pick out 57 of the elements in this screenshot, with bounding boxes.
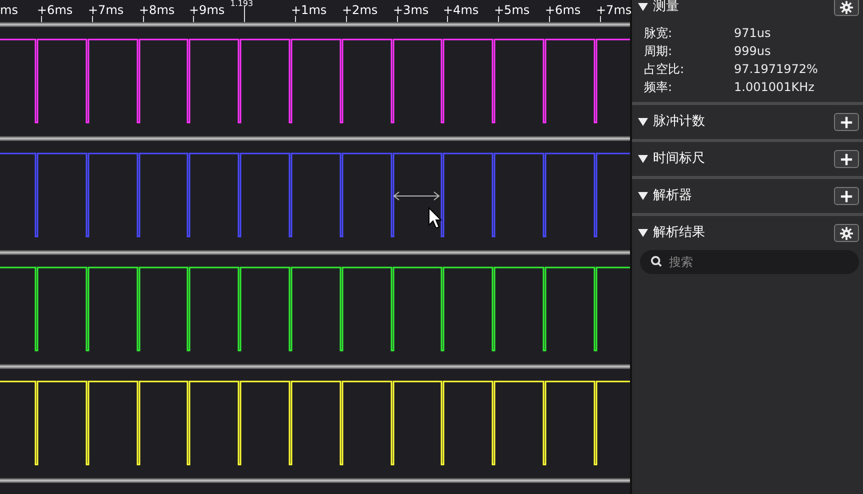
settings-button[interactable] xyxy=(834,224,859,242)
measure-label: 脉宽: xyxy=(644,25,674,42)
time-label: +2ms xyxy=(342,3,378,17)
mouse-pointer-icon xyxy=(428,206,442,229)
time-label: +6ms xyxy=(545,3,581,17)
tick-mark xyxy=(41,16,42,22)
add-button[interactable] xyxy=(834,187,859,205)
measure-label: 频率: xyxy=(644,79,674,96)
gear-icon xyxy=(840,0,853,14)
tick-mark xyxy=(295,16,296,22)
time-label: +7ms xyxy=(88,3,124,17)
tick-mark xyxy=(447,16,448,22)
add-button[interactable] xyxy=(834,113,859,131)
measure-value: 999us xyxy=(734,43,771,60)
measure-value: 97.1971972% xyxy=(734,61,818,78)
tick-mark xyxy=(92,16,93,22)
gear-icon xyxy=(840,226,853,240)
caret-icon[interactable] xyxy=(638,192,648,200)
section-title: 解析器 xyxy=(653,187,693,206)
time-label: +9ms xyxy=(189,3,225,17)
time-label: +6ms xyxy=(37,3,73,17)
tick-mark xyxy=(397,16,398,22)
tick-mark xyxy=(498,16,499,22)
caret-icon[interactable] xyxy=(638,3,648,11)
tick-mark xyxy=(143,16,144,22)
search-field[interactable]: 搜索 xyxy=(640,250,859,274)
caret-icon[interactable] xyxy=(638,118,648,126)
measure-value: 971us xyxy=(734,25,771,42)
section-title: 解析结果 xyxy=(653,224,706,242)
double-arrow xyxy=(393,192,440,200)
cursor-time-label: 1.193 xyxy=(230,0,254,8)
plus-icon xyxy=(840,152,853,166)
plus-icon xyxy=(840,190,853,202)
caret-icon[interactable] xyxy=(638,155,648,163)
section-title: 脉冲计数 xyxy=(653,113,706,132)
time-label: +5ms xyxy=(494,3,530,17)
measure-value: 1.001001KHz xyxy=(734,79,814,96)
time-label: +1ms xyxy=(291,3,327,17)
time-label: +7ms xyxy=(596,3,632,17)
time-label: +3ms xyxy=(393,3,429,17)
search-icon xyxy=(651,256,662,267)
plus-icon xyxy=(840,116,853,128)
time-label: ms xyxy=(0,3,18,17)
section-title: 时间标尺 xyxy=(653,150,706,168)
time-label: +8ms xyxy=(139,3,175,17)
tick-mark xyxy=(549,16,550,22)
caret-icon[interactable] xyxy=(638,229,648,237)
measure-label: 周期: xyxy=(644,43,674,60)
tick-mark xyxy=(346,16,347,22)
tick-mark xyxy=(193,16,194,22)
add-button[interactable] xyxy=(834,150,859,168)
time-label: +4ms xyxy=(443,3,479,17)
measure-label: 占空比: xyxy=(644,61,686,78)
settings-button[interactable] xyxy=(834,0,859,16)
section-title: 测量 xyxy=(653,0,680,16)
tick-mark xyxy=(244,6,245,22)
tick-mark xyxy=(600,16,601,22)
